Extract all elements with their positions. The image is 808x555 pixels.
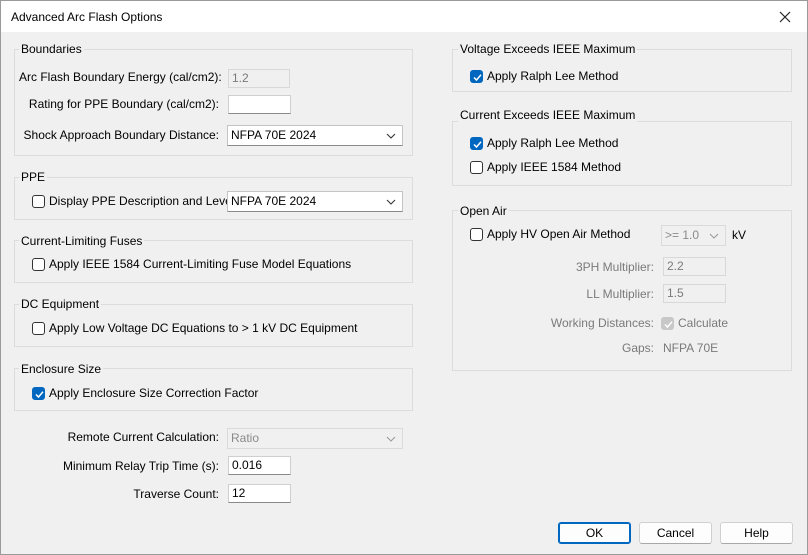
kv-unit-label: kV — [732, 228, 747, 242]
help-button[interactable]: Help — [720, 522, 793, 544]
gaps-label: Gaps: — [621, 341, 654, 355]
display-ppe-checkbox[interactable]: Display PPE Description and Level — [32, 194, 234, 208]
current-exceeds-group-title: Current Exceeds IEEE Maximum — [458, 108, 638, 122]
remote-current-select[interactable]: Ratio — [227, 428, 403, 449]
close-icon — [779, 11, 791, 22]
ppe-standard-select[interactable]: NFPA 70E 2024 — [227, 191, 403, 212]
shock-approach-select[interactable]: NFPA 70E 2024 — [227, 125, 403, 146]
gaps-value: NFPA 70E — [663, 341, 719, 355]
traverse-count-field[interactable]: 12 — [228, 484, 291, 503]
apply-fuse-model-check-box[interactable] — [32, 257, 45, 271]
apply-dc-equations-check-box[interactable] — [32, 321, 45, 335]
shock-approach-value: NFPA 70E 2024 — [231, 128, 317, 142]
voltage-exceeds-group-title: Voltage Exceeds IEEE Maximum — [458, 42, 638, 56]
working-distances-calculate-check-box[interactable] — [661, 316, 674, 330]
min-relay-trip-label: Minimum Relay Trip Time (s): — [62, 459, 219, 473]
display-ppe-label: Display PPE Description and Level — [49, 194, 235, 208]
traverse-count-label: Traverse Count: — [133, 487, 219, 501]
title-bar: Advanced Arc Flash Options — [1, 1, 807, 32]
hv-open-air-label: Apply HV Open Air Method — [487, 227, 631, 241]
current-ieee-1584-checkbox[interactable]: Apply IEEE 1584 Method — [470, 160, 621, 174]
current-ralph-lee-checkbox[interactable]: Apply Ralph Lee Method — [470, 136, 618, 150]
hv-open-air-checkbox[interactable]: Apply HV Open Air Method — [470, 227, 630, 241]
apply-enclosure-correction-label: Apply Enclosure Size Correction Factor — [49, 386, 259, 400]
3ph-multiplier-label: 3PH Multiplier: — [575, 260, 654, 274]
checkmark-icon — [35, 390, 44, 398]
cancel-button[interactable]: Cancel — [639, 522, 712, 544]
3ph-multiplier-field[interactable]: 2.2 — [663, 257, 726, 276]
ll-multiplier-field[interactable]: 1.5 — [663, 284, 726, 303]
working-distances-calculate-checkbox[interactable]: Calculate — [661, 316, 728, 330]
voltage-ralph-lee-label: Apply Ralph Lee Method — [487, 69, 619, 83]
min-relay-trip-field[interactable]: 0.016 — [228, 456, 291, 475]
ll-multiplier-label: LL Multiplier: — [586, 287, 654, 301]
close-button[interactable] — [763, 1, 807, 32]
checkmark-icon — [473, 140, 482, 148]
current-exceeds-group — [452, 121, 792, 186]
current-ieee-1584-check-box[interactable] — [470, 160, 483, 174]
working-distances-calculate-label: Calculate — [678, 316, 729, 330]
open-air-group-title: Open Air — [458, 204, 509, 218]
enclosure-size-group-title: Enclosure Size — [19, 362, 104, 376]
apply-dc-equations-checkbox[interactable]: Apply Low Voltage DC Equations to > 1 kV… — [32, 321, 358, 335]
apply-dc-equations-label: Apply Low Voltage DC Equations to > 1 kV… — [49, 321, 358, 335]
apply-enclosure-correction-checkbox[interactable]: Apply Enclosure Size Correction Factor — [32, 386, 258, 400]
current-ieee-1584-label: Apply IEEE 1584 Method — [487, 160, 622, 174]
current-ralph-lee-label: Apply Ralph Lee Method — [487, 136, 619, 150]
chevron-down-icon — [386, 436, 396, 442]
window-title: Advanced Arc Flash Options — [11, 10, 163, 24]
chevron-down-icon — [386, 133, 396, 139]
voltage-ralph-lee-check-box[interactable] — [470, 69, 483, 83]
ok-button[interactable]: OK — [558, 522, 631, 544]
ppe-rating-label: Rating for PPE Boundary (cal/cm2): — [28, 97, 219, 111]
remote-current-value: Ratio — [231, 431, 260, 445]
fuses-group-title: Current-Limiting Fuses — [19, 234, 145, 248]
apply-enclosure-correction-check-box[interactable] — [32, 386, 45, 400]
ppe-rating-field[interactable] — [228, 95, 291, 114]
ppe-group-title: PPE — [19, 170, 48, 184]
dialog-body: Boundaries Arc Flash Boundary Energy (ca… — [1, 32, 807, 554]
display-ppe-check-box[interactable] — [32, 194, 45, 208]
chevron-down-icon — [709, 233, 719, 239]
voltage-ralph-lee-checkbox[interactable]: Apply Ralph Lee Method — [470, 69, 618, 83]
kv-threshold-select[interactable]: >= 1.0 — [661, 225, 726, 246]
current-ralph-lee-check-box[interactable] — [470, 136, 483, 150]
checkmark-icon — [664, 320, 673, 328]
chevron-down-icon — [386, 199, 396, 205]
apply-fuse-model-label: Apply IEEE 1584 Current-Limiting Fuse Mo… — [49, 257, 352, 271]
shock-approach-label: Shock Approach Boundary Distance: — [23, 128, 219, 142]
checkmark-icon — [473, 73, 482, 81]
apply-fuse-model-checkbox[interactable]: Apply IEEE 1584 Current-Limiting Fuse Mo… — [32, 257, 351, 271]
arc-flash-energy-field[interactable]: 1.2 — [228, 69, 290, 88]
dialog-window: Advanced Arc Flash Options Boundaries Ar… — [0, 0, 808, 555]
boundaries-group-title: Boundaries — [19, 42, 84, 56]
hv-open-air-check-box[interactable] — [470, 227, 483, 241]
arc-flash-energy-label: Arc Flash Boundary Energy (cal/cm2): — [19, 70, 222, 84]
ppe-standard-value: NFPA 70E 2024 — [231, 194, 317, 208]
working-distances-label: Working Distances: — [550, 316, 654, 330]
dc-equipment-group-title: DC Equipment — [19, 297, 102, 311]
kv-threshold-value: >= 1.0 — [665, 228, 700, 242]
remote-current-label: Remote Current Calculation: — [67, 430, 219, 444]
